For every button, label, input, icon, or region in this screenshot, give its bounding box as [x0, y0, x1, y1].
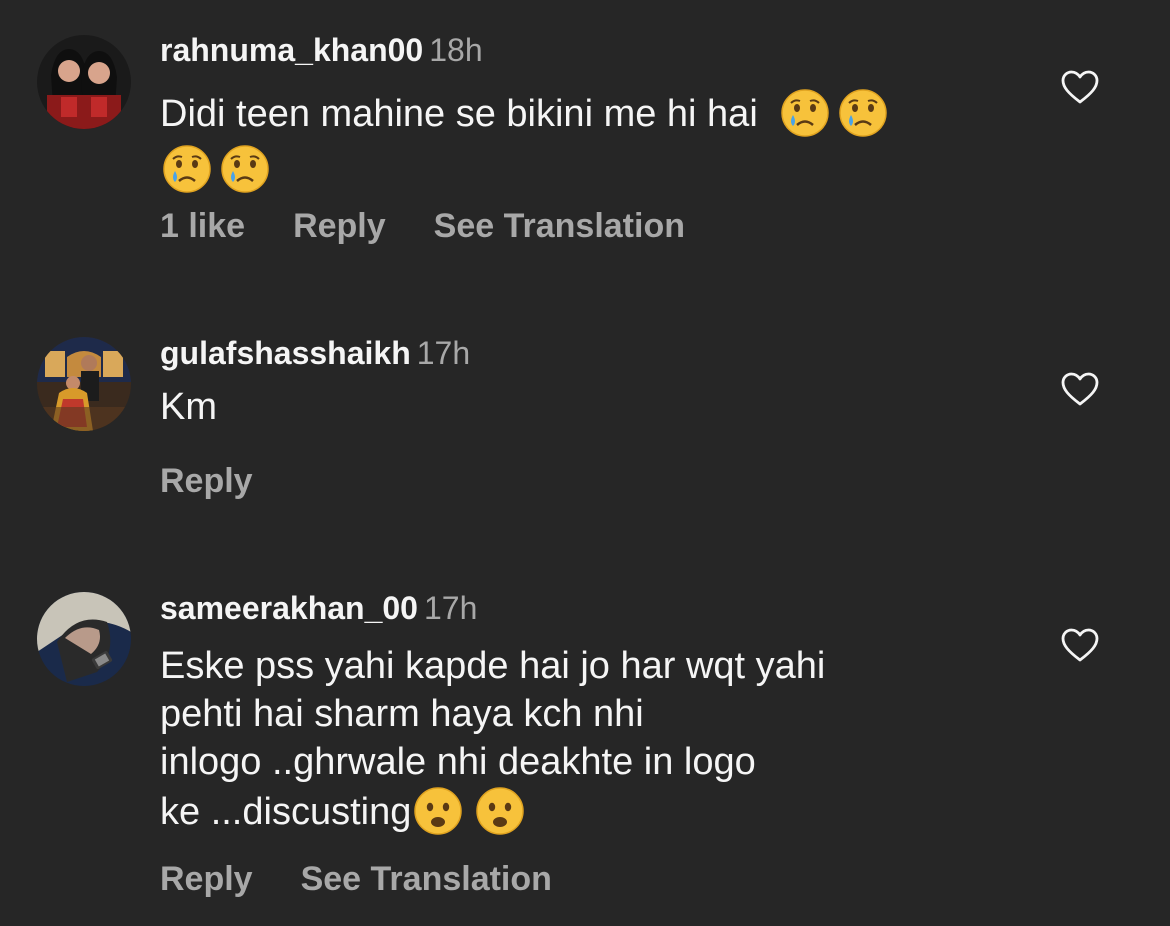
comment-text: Km [160, 386, 217, 428]
comment-item: gulafshasshaikh 17h Km Reply [0, 300, 1170, 540]
like-heart-icon[interactable] [1060, 68, 1100, 108]
like-heart-icon[interactable] [1060, 626, 1100, 666]
username[interactable]: sameerakhan_00 [160, 590, 418, 626]
timestamp: 18h [429, 32, 483, 68]
comment-text: Didi teen mahine se bikini me hi hai [160, 93, 758, 135]
crying-face-emoji [162, 144, 212, 194]
comment-text-line: Eske pss yahi kapde hai jo har wqt yahi [160, 645, 826, 687]
avatar[interactable] [37, 337, 131, 431]
comment-text-line: pehti hai sharm haya kch nhi [160, 693, 644, 735]
comment-text-line: inlogo ..ghrwale nhi deakhte in logo [160, 741, 756, 783]
crying-face-emoji [220, 144, 270, 194]
avatar[interactable] [37, 592, 131, 686]
avatar[interactable] [37, 35, 131, 129]
comment-item: sameerakhan_00 17h Eske pss yahi kapde ha… [0, 560, 1170, 926]
crying-face-emoji [780, 88, 830, 138]
frowning-face-emoji [475, 786, 525, 836]
see-translation-button[interactable]: See Translation [434, 207, 685, 245]
timestamp: 17h [416, 335, 471, 371]
username[interactable]: gulafshasshaikh [160, 335, 411, 371]
crying-face-emoji [838, 88, 888, 138]
reply-button[interactable]: Reply [293, 207, 386, 245]
timestamp: 17h [423, 590, 478, 626]
reply-button[interactable]: Reply [160, 860, 253, 898]
username[interactable]: rahnuma_khan00 [160, 32, 423, 68]
comment-text-line: ke ...discusting [160, 791, 412, 833]
comment-item: rahnuma_khan00 18h Didi teen mahine se bi… [0, 0, 1170, 290]
reply-button[interactable]: Reply [160, 462, 253, 500]
likes-count[interactable]: 1 like [160, 207, 245, 245]
see-translation-button[interactable]: See Translation [301, 860, 552, 898]
like-heart-icon[interactable] [1060, 370, 1100, 410]
frowning-face-emoji [413, 786, 463, 836]
